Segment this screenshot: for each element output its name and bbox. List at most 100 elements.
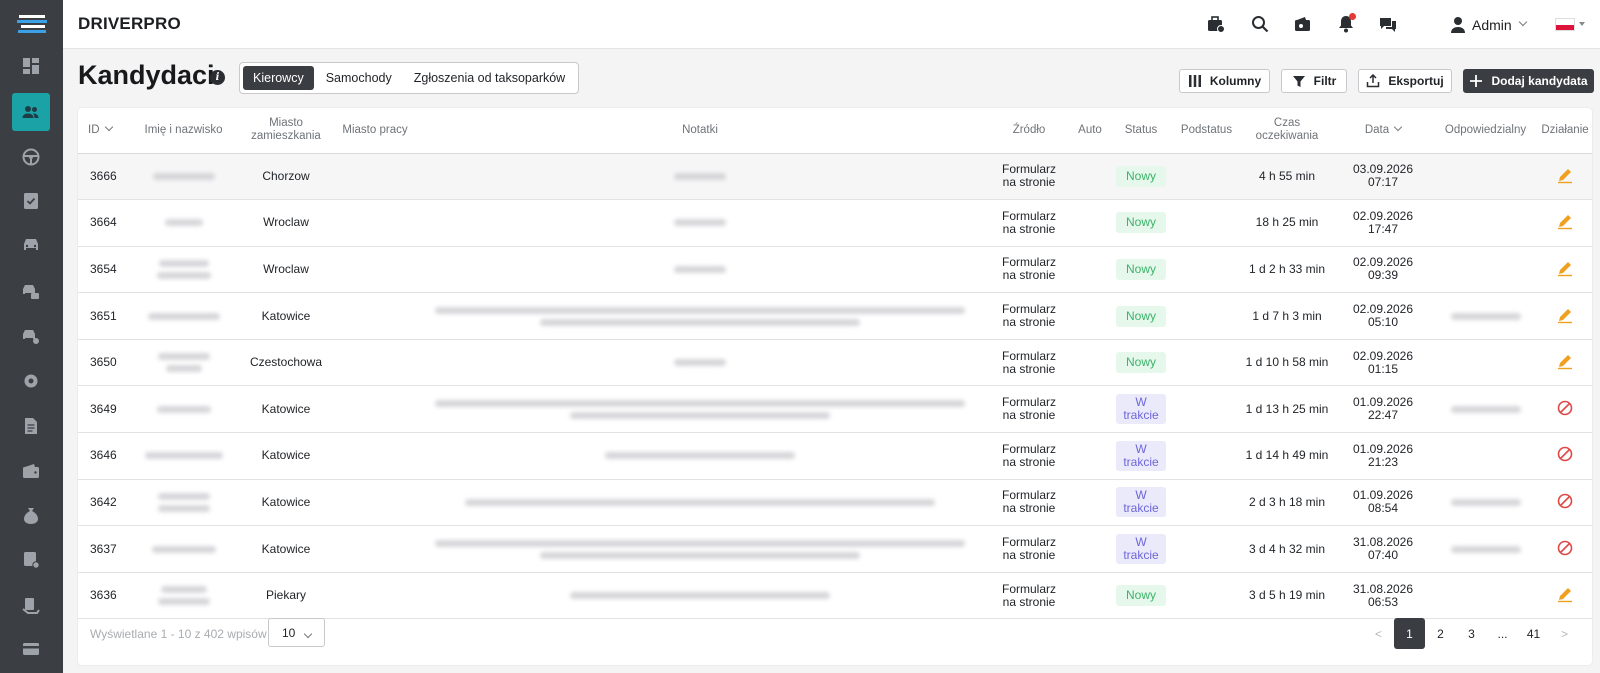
nav-wallet[interactable]	[12, 452, 50, 490]
row-id: 3646	[90, 448, 117, 463]
nav-cars[interactable]	[12, 226, 50, 264]
nav-steering[interactable]	[12, 138, 50, 176]
row-wait: 1 d 13 h 25 min	[1245, 401, 1329, 416]
language-flag[interactable]	[1555, 18, 1575, 31]
row-id: 3642	[90, 494, 117, 509]
nav-payouts[interactable]	[12, 586, 50, 624]
col-wait[interactable]: Czas oczekiwania	[1241, 108, 1333, 154]
row-action	[1538, 200, 1592, 247]
col-substatus[interactable]: Podstatus	[1172, 108, 1241, 154]
row-city-work	[338, 293, 412, 340]
col-owner[interactable]: Odpowiedzialny	[1433, 108, 1538, 154]
top-search[interactable]	[1249, 13, 1271, 35]
page-button[interactable]: 1	[1394, 618, 1425, 649]
block-icon[interactable]	[1556, 399, 1574, 417]
page-size-select[interactable]: 10	[268, 618, 325, 647]
row-name	[133, 386, 234, 433]
add-candidate-button[interactable]: Dodaj kandydata	[1463, 69, 1594, 93]
export-button[interactable]: Eksportuj	[1358, 69, 1452, 93]
col-city-work[interactable]: Miasto pracy	[338, 108, 412, 154]
table-row[interactable]: 3664 Wroclaw Formularz na stronie Nowy 18 h …	[78, 200, 1592, 247]
block-icon[interactable]	[1556, 492, 1574, 510]
columns-button[interactable]: Kolumny	[1179, 69, 1270, 93]
block-icon[interactable]	[1556, 539, 1574, 557]
row-substatus	[1172, 526, 1241, 573]
search-icon	[1252, 16, 1269, 33]
money-bag-icon	[24, 508, 38, 524]
edit-pencil-icon[interactable]	[1556, 585, 1574, 603]
car-wrench-icon	[23, 330, 39, 344]
row-owner	[1433, 246, 1538, 293]
nav-dashboard[interactable]	[12, 47, 50, 85]
row-source: Formularz na stronie	[1002, 395, 1057, 423]
row-owner	[1433, 526, 1538, 573]
nav-car-service[interactable]	[12, 317, 50, 355]
wallet-alert-icon	[1295, 17, 1310, 31]
columns-icon	[1188, 75, 1201, 87]
table-row[interactable]: 3654 Wroclaw Formularz na stronie Nowy 1 d 2…	[78, 246, 1592, 293]
row-car	[1070, 153, 1110, 200]
topbar: DRIVERPRO Admin	[63, 0, 1600, 49]
top-notifications[interactable]	[1335, 13, 1357, 35]
tab-taxi-requests[interactable]: Zgłoszenia od taksoparków	[404, 66, 575, 90]
page-button[interactable]: 2	[1425, 618, 1456, 649]
steering-wheel-icon	[22, 148, 40, 166]
block-icon[interactable]	[1556, 445, 1574, 463]
prev-page-button[interactable]: <	[1363, 618, 1394, 649]
col-id[interactable]: ID	[78, 108, 133, 154]
status-badge: W trakcie	[1116, 394, 1166, 425]
row-city-work	[338, 246, 412, 293]
tab-drivers[interactable]: Kierowcy	[243, 66, 314, 90]
next-page-button[interactable]: >	[1549, 618, 1580, 649]
edit-pencil-icon[interactable]	[1556, 212, 1574, 230]
app-logo-icon[interactable]	[17, 14, 47, 34]
table-row[interactable]: 3666 Chorzow Formularz na stronie Nowy 4 h 5…	[78, 153, 1592, 200]
nav-tasks[interactable]	[12, 182, 50, 220]
row-notes	[412, 479, 988, 526]
edit-pencil-icon[interactable]	[1556, 306, 1574, 324]
table-row[interactable]: 3646 Katowice Formularz na stronie W trakci…	[78, 433, 1592, 480]
page-button[interactable]: 41	[1518, 618, 1549, 649]
col-car[interactable]: Auto	[1070, 108, 1110, 154]
row-substatus	[1172, 386, 1241, 433]
nav-reports[interactable]	[12, 541, 50, 579]
row-owner	[1433, 200, 1538, 247]
edit-pencil-icon[interactable]	[1556, 352, 1574, 370]
nav-cards[interactable]	[12, 630, 50, 668]
edit-pencil-icon[interactable]	[1556, 166, 1574, 184]
table-row[interactable]: 3642 Katowice Formularz na stronie W trakci…	[78, 479, 1592, 526]
page-button[interactable]: 3	[1456, 618, 1487, 649]
nav-candidates[interactable]	[12, 93, 50, 131]
edit-pencil-icon[interactable]	[1556, 259, 1574, 277]
nav-car-rent[interactable]	[12, 272, 50, 310]
col-source[interactable]: Źródło	[988, 108, 1070, 154]
top-briefcase[interactable]	[1205, 13, 1227, 35]
col-notes[interactable]: Notatki	[412, 108, 988, 154]
table-row[interactable]: 3637 Katowice Formularz na stronie W trakci…	[78, 526, 1592, 573]
col-city-home[interactable]: Miasto zamieszkania	[234, 108, 338, 154]
table-row[interactable]: 3650 Czestochowa Formularz na stronie Nowy 1…	[78, 339, 1592, 386]
tab-cars[interactable]: Samochody	[316, 66, 402, 90]
user-menu[interactable]: Admin	[1450, 14, 1527, 36]
row-name	[133, 339, 234, 386]
table-row[interactable]: 3649 Katowice Formularz na stronie W trakci…	[78, 386, 1592, 433]
row-source: Formularz na stronie	[1002, 348, 1057, 376]
row-notes	[412, 339, 988, 386]
top-messages[interactable]	[1377, 13, 1399, 35]
col-date[interactable]: Data	[1333, 108, 1433, 154]
filter-button[interactable]: Filtr	[1281, 69, 1347, 93]
app-brand: DRIVERPRO	[78, 14, 181, 33]
top-wallet[interactable]	[1292, 13, 1314, 35]
table-row[interactable]: 3651 Katowice Formularz na stronie Nowy 1 d …	[78, 293, 1592, 340]
row-substatus	[1172, 433, 1241, 480]
nav-settings[interactable]	[12, 362, 50, 400]
nav-finance[interactable]	[12, 497, 50, 535]
col-name[interactable]: Imię i nazwisko	[133, 108, 234, 154]
row-owner	[1433, 433, 1538, 480]
dashboard-icon	[23, 58, 39, 74]
pagination-info: Wyświetlane 1 - 10 z 402 wpisów	[90, 627, 267, 641]
nav-documents[interactable]	[12, 407, 50, 445]
info-icon[interactable]: i	[210, 70, 225, 85]
col-status[interactable]: Status	[1110, 108, 1172, 154]
row-wait: 2 d 3 h 18 min	[1248, 494, 1326, 509]
